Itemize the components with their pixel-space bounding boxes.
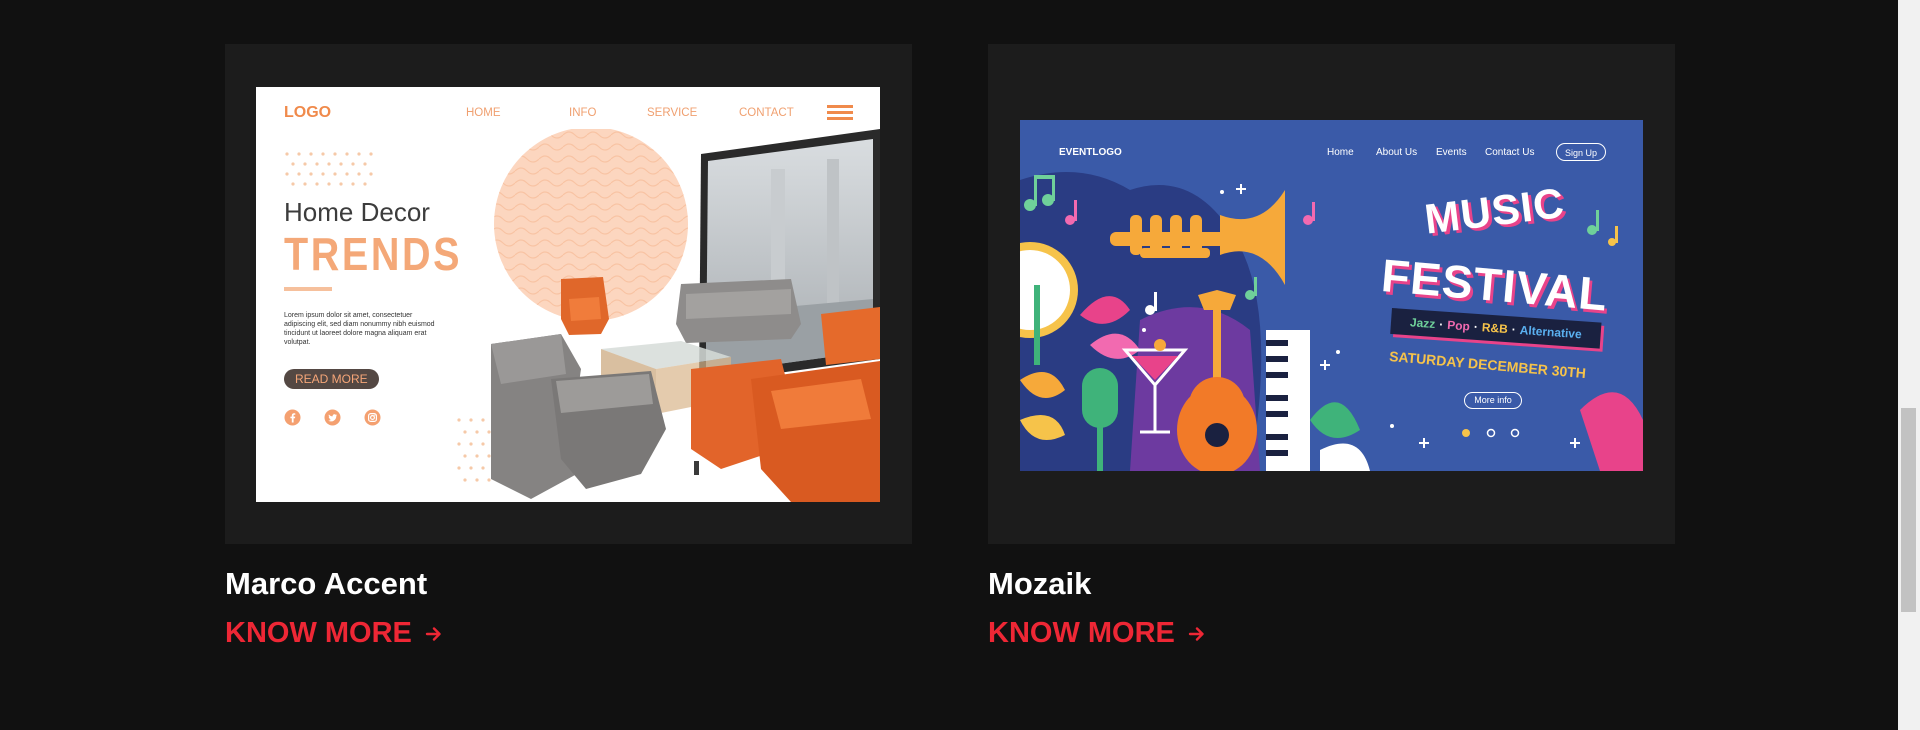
dot-pattern	[285, 152, 373, 186]
genre-separator: ·	[1511, 322, 1517, 337]
scrollbar-thumb[interactable]	[1901, 408, 1916, 612]
mock-heading: Home Decor	[284, 197, 430, 227]
mock-heading-trends: TRENDS	[284, 228, 463, 280]
mock-nav-home: HOME	[466, 107, 501, 119]
genre-separator: ·	[1438, 317, 1444, 332]
project-card-marco-accent[interactable]: LOGO HOME INFO SERVICE CONTACT Home Deco…	[225, 44, 912, 544]
facebook-icon	[284, 409, 301, 426]
know-more-label: KNOW MORE	[225, 617, 412, 649]
mock-paragraph: Lorem ipsum dolor sit amet, consectetuer…	[284, 312, 435, 346]
home-decor-preview: LOGO HOME INFO SERVICE CONTACT Home Deco…	[256, 87, 880, 502]
twitter-icon	[324, 409, 341, 426]
read-more-button: READ MORE	[284, 369, 379, 389]
arrow-right-icon	[425, 626, 441, 641]
genre-separator: ·	[1473, 319, 1479, 335]
signup-button: Sign Up	[1556, 143, 1606, 161]
genre-alternative: Alternative	[1519, 322, 1583, 342]
mock-logo: EVENTLOGO	[1059, 147, 1122, 158]
heading-underline	[284, 287, 332, 291]
mock-nav-events: Events	[1436, 147, 1467, 158]
mock-logo: LOGO	[284, 104, 332, 121]
genre-rnb: R&B	[1481, 320, 1509, 337]
mock-nav-about: About Us	[1376, 147, 1418, 158]
genre-pop: Pop	[1446, 317, 1471, 334]
project-title: Marco Accent	[225, 566, 428, 601]
living-room-photo	[491, 129, 880, 502]
more-info-button: More info	[1464, 392, 1522, 409]
mock-nav-contact: Contact Us	[1485, 147, 1535, 158]
project-card-mozaik[interactable]: EVENTLOGO Home About Us Events Contact U…	[988, 44, 1675, 544]
know-more-link[interactable]: KNOW MORE	[225, 617, 444, 650]
know-more-label: KNOW MORE	[988, 617, 1175, 649]
project-title: Mozaik	[988, 566, 1092, 601]
mock-nav-home: Home	[1327, 147, 1354, 158]
arrow-right-icon	[1188, 626, 1204, 641]
know-more-link[interactable]: KNOW MORE	[988, 617, 1207, 650]
mock-nav-service: SERVICE	[647, 107, 698, 119]
mock-nav-info: INFO	[569, 107, 597, 119]
hamburger-icon	[827, 105, 853, 120]
genre-jazz: Jazz	[1409, 315, 1436, 332]
music-festival-preview: EVENTLOGO Home About Us Events Contact U…	[1020, 120, 1643, 471]
instagram-icon	[364, 409, 381, 426]
mock-nav-contact: CONTACT	[739, 107, 794, 119]
vertical-scrollbar[interactable]	[1898, 0, 1920, 730]
